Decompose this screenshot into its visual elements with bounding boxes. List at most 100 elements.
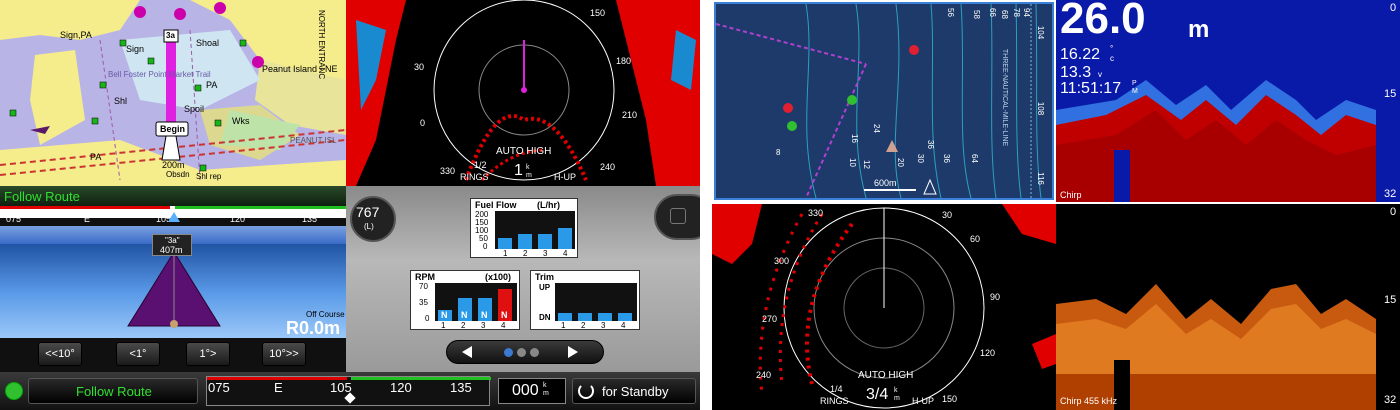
radar-top[interactable]: 150 180 210 240 330 30 0 AUTO HIGH 1/2 R… (346, 0, 700, 186)
compass-tick-120: 120 (230, 214, 246, 224)
trim-engine-1: 1 (561, 321, 566, 330)
depth-label-8: 8 (776, 148, 781, 157)
engine-gauges-panel: 767 (L) Fuel Flow (L/hr) 200 150 100 50 … (346, 186, 700, 372)
depth-label-66: 66 (987, 8, 997, 17)
fuel-flow-engine-1: 1 (503, 249, 508, 258)
trim-bar-4 (618, 313, 632, 321)
chart-label-200m: 200m (162, 160, 185, 170)
rpm-unit: (x100) (485, 272, 512, 282)
radar-bottom-bearing-330: 330 (808, 208, 824, 218)
depth-label-64: 64 (969, 154, 979, 163)
radar-bottom-bearing-30: 30 (942, 210, 953, 220)
fuel-total-unit: (L) (364, 222, 374, 231)
chart-label-north-entrance: NORTH ENTRANC (317, 10, 326, 80)
radar-bottom-bearing-90: 90 (990, 292, 1001, 302)
speed-unit-bottom: m (543, 390, 549, 397)
fuel-total-value: 767 (356, 204, 380, 220)
sonar-top-scale-0: 0 (1390, 2, 1397, 14)
rpm-engine-4: 4 (501, 321, 506, 330)
depth-label-36: 36 (941, 154, 951, 163)
rpm-title: RPM (415, 272, 435, 282)
turn-right-1-label: 1°> (199, 348, 217, 360)
fuel-flow-bar-1 (498, 238, 512, 249)
compass-tick-135: 135 (302, 214, 318, 224)
bottom-compass-120: 120 (390, 380, 412, 395)
fuel-flow-gauge[interactable]: Fuel Flow (L/hr) 200 150 100 50 0 1 2 3 … (470, 198, 578, 258)
depth-chart[interactable]: 56 58 66 68 78 94 104 108 116 16 24 12 1… (714, 2, 1054, 200)
gps-status-icon (5, 382, 23, 400)
trim-bar-3 (598, 313, 612, 321)
radar-bottom-bearing-120: 120 (980, 348, 996, 358)
turn-left-1-button[interactable]: <1° (116, 342, 160, 366)
waypoint-flag-name: "3a" (165, 236, 180, 245)
rpm-marker-2: N (461, 310, 468, 320)
rpm-engine-2: 2 (461, 321, 466, 330)
rpm-gauge[interactable]: RPM (x100) 70 35 0 1 2 3 4 N N N N (410, 270, 520, 330)
chart-plotter[interactable]: Sign,PA Sign Shoal Peanut Island - NE Sh… (0, 0, 346, 186)
rpm-scale-0: 0 (425, 314, 430, 323)
bottom-compass-e: E (274, 380, 283, 395)
sonar-bottom-freq: Chirp 455 kHz (1060, 396, 1118, 406)
depth-label-58: 58 (971, 10, 981, 19)
turn-left-10-label: <<10° (45, 348, 75, 360)
three-mile-line-label: THREE-NAUTICAL-MILE-LINE (1001, 48, 1009, 147)
depth-label-108: 108 (1036, 101, 1046, 116)
radar-bottom-bearing-240: 240 (756, 370, 772, 380)
sonar-bottom-scale-32: 32 (1384, 394, 1397, 406)
radar-top-bearing-330: 330 (440, 166, 456, 176)
depth-label-24: 24 (871, 124, 881, 133)
depth-label-78: 78 (1011, 8, 1021, 17)
standby-label: for Standby (602, 384, 669, 399)
chart-label-sign: Sign (126, 44, 145, 54)
radar-bottom-bearing-270: 270 (762, 314, 778, 324)
radar-top-mode: AUTO HIGH (496, 146, 552, 157)
sonar-temp-unit-top: ° (1110, 44, 1114, 53)
chart-label-begin[interactable]: Begin (160, 124, 185, 134)
turn-right-10-button[interactable]: 10°>> (262, 342, 306, 366)
chart-waypoint-tag[interactable]: 3a (166, 31, 175, 40)
depth-label-104: 104 (1036, 25, 1046, 40)
sonar-depth: 26.0 (1060, 0, 1146, 43)
screen-2: 56 58 66 68 78 94 104 108 116 16 24 12 1… (712, 0, 1400, 410)
chart-label-pa-2: PA (90, 152, 102, 162)
radar-bottom-range-unit-top: k (894, 387, 898, 394)
chart-label-trail: Bell Foster Point Market Trail (108, 70, 211, 79)
next-page-button[interactable] (568, 346, 578, 358)
sonar-top-freq: Chirp (1060, 190, 1082, 200)
rpm-marker-1: N (441, 310, 448, 320)
follow-route-title: Follow Route (4, 189, 80, 204)
bottom-compass-075: 075 (208, 380, 230, 395)
fuel-flow-unit: (L/hr) (537, 200, 560, 210)
sonar-bottom[interactable]: 0 15 32 Chirp 455 kHz (1056, 204, 1400, 410)
bottom-data-bar: Follow Route 075 E 105 120 135 000 k m f… (0, 372, 700, 410)
page-dot-1 (504, 348, 513, 357)
sonar-top-scale-32: 32 (1384, 188, 1397, 200)
depth-label-56: 56 (945, 8, 955, 17)
turn-left-10-button[interactable]: <<10° (38, 342, 82, 366)
power-icon (578, 383, 594, 399)
prev-page-button[interactable] (462, 346, 472, 358)
page-dot-3 (530, 348, 539, 357)
depth-label-116: 116 (1035, 172, 1045, 185)
sonar-time-unit-top: P (1132, 80, 1137, 87)
radar-bottom[interactable]: 330 30 60 90 120 150 240 270 300 AUTO HI… (712, 204, 1056, 410)
chart-label-pa: PA (206, 80, 218, 90)
waypoint-flag-dist: 407m (160, 245, 183, 255)
compass-tick-075: 075 (6, 214, 22, 224)
trim-title: Trim (535, 272, 555, 282)
radar-top-bearing-150: 150 (590, 8, 606, 18)
trim-gauge[interactable]: Trim UP DN 1 2 3 4 (530, 270, 640, 330)
off-course-value: R0.0m (286, 318, 341, 338)
fuel-flow-bar-3 (538, 234, 552, 249)
sonar-voltage-unit: v (1098, 70, 1102, 79)
fuel-flow-engine-4: 4 (563, 249, 568, 258)
radar-top-range: 1 (514, 162, 523, 179)
trim-engine-2: 2 (581, 321, 586, 330)
sonar-top[interactable]: 26.0 m 16.22 ° c 13.3 v 11:51:17 P M 0 1… (1056, 0, 1400, 202)
rpm-engine-3: 3 (481, 321, 486, 330)
turn-right-1-button[interactable]: 1°> (186, 342, 230, 366)
trim-bar-2 (578, 313, 592, 321)
depth-label-94: 94 (1021, 8, 1031, 17)
sonar-temp-unit-bottom: c (1110, 54, 1114, 63)
rpm-marker-4: N (501, 310, 508, 320)
